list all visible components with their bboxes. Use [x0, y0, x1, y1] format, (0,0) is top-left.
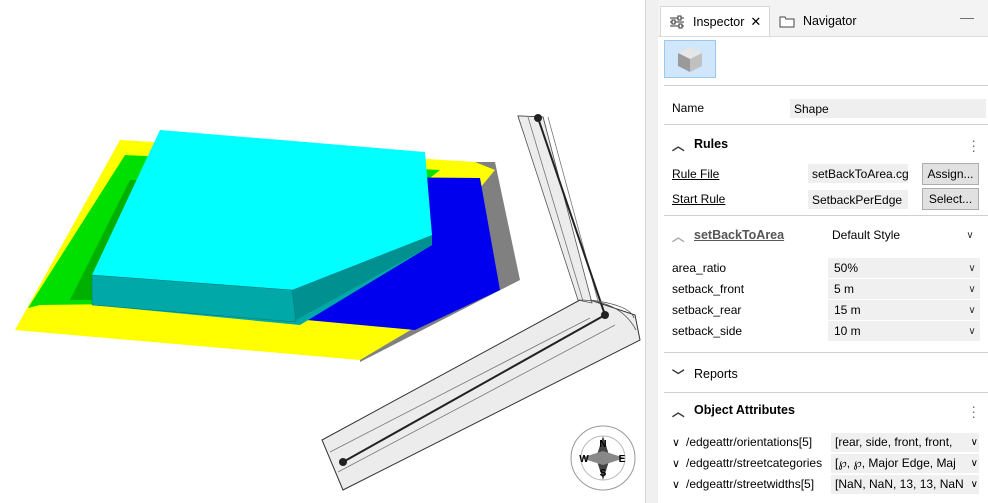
rules-section-header[interactable]: ︿ Rules [672, 134, 728, 154]
chevron-down-icon: ∨ [968, 325, 976, 337]
tab-navigator[interactable]: Navigator [771, 6, 863, 35]
tab-inspector-label: Inspector [693, 14, 745, 29]
select-button[interactable]: Select... [922, 188, 979, 210]
style-header[interactable]: ︿ setBackToArea [672, 225, 784, 245]
close-icon[interactable]: ✕ [750, 14, 761, 30]
attr-label: area_ratio [672, 261, 727, 275]
tab-bar: Inspector ✕ Navigator — [658, 0, 988, 37]
style-select-value: Default Style [832, 228, 901, 242]
object-attr-row[interactable]: ∨ /edgeattr/streetcategories [℘, ℘, Majo… [672, 453, 984, 473]
chevron-down-icon: ∨ [966, 229, 974, 241]
attr-select[interactable]: 10 m ∨ [828, 321, 980, 341]
divider [664, 215, 988, 216]
compass-widget[interactable]: N E S W [570, 425, 636, 491]
attr-value: 5 m [834, 282, 855, 296]
chevron-down-icon: ∨ [968, 304, 976, 316]
tab-navigator-label: Navigator [803, 13, 857, 28]
object-attributes-title: Object Attributes [694, 403, 795, 417]
start-rule-field[interactable]: SetbackPerEdge [808, 190, 908, 209]
assign-button[interactable]: Assign... [922, 163, 979, 185]
reports-section-header[interactable]: ﹀ Reports [672, 364, 738, 384]
3d-viewport[interactable]: N E S W [0, 0, 645, 503]
chevron-down-icon: ∨ [968, 262, 976, 274]
shape-thumbnail [664, 40, 716, 78]
attr-select[interactable]: 15 m ∨ [828, 300, 980, 320]
object-attributes-header[interactable]: ︿ Object Attributes [672, 400, 795, 420]
tab-inspector[interactable]: Inspector ✕ [660, 6, 770, 36]
cube-icon [678, 47, 702, 72]
object-attr-name: /edgeattr/streetcategories [686, 456, 823, 470]
object-attr-name: /edgeattr/streetwidths[5] [686, 477, 815, 491]
compass-west: W [579, 454, 589, 465]
rules-menu-icon[interactable]: · · · [971, 133, 976, 157]
rule-name-link[interactable]: setBackToArea [694, 228, 784, 242]
chevron-down-icon[interactable]: ∨ [672, 436, 686, 449]
start-rule-link[interactable]: Start Rule [672, 189, 725, 209]
reports-title: Reports [694, 367, 738, 381]
chevron-down-icon[interactable]: ∨ [672, 457, 686, 470]
attr-value: 15 m [834, 303, 861, 317]
sliders-icon [669, 15, 685, 29]
divider [664, 124, 988, 125]
object-attr-row[interactable]: ∨ /edgeattr/orientations[5] [rear, side,… [672, 432, 984, 452]
chevron-up-icon: ︿ [672, 404, 685, 419]
attr-select[interactable]: 50% ∨ [828, 258, 980, 278]
compass-south: S [600, 468, 607, 479]
attr-select[interactable]: 5 m ∨ [828, 279, 980, 299]
minimize-icon[interactable]: — [960, 9, 974, 25]
chevron-down-icon: ﹀ [672, 368, 685, 383]
divider [664, 392, 988, 393]
rules-title: Rules [694, 137, 729, 151]
object-attributes-menu-icon[interactable]: · · · [971, 399, 976, 423]
name-field[interactable]: Shape [790, 99, 986, 118]
attr-label: setback_side [672, 324, 743, 338]
panel-splitter[interactable] [645, 0, 658, 503]
divider [664, 85, 988, 86]
rule-file-field[interactable]: setBackToArea.cga [808, 164, 908, 183]
attr-label: setback_rear [672, 303, 742, 317]
scene-canvas[interactable]: N E S W [0, 0, 645, 503]
compass-north: N [599, 439, 606, 450]
chevron-down-icon: ∨ [968, 283, 976, 295]
object-attr-value[interactable]: [rear, side, front, front, [831, 432, 979, 452]
chevron-up-icon: ︿ [672, 138, 685, 153]
attr-value: 10 m [834, 324, 861, 338]
chevron-down-icon[interactable]: ∨ [672, 478, 686, 491]
chevron-down-icon[interactable]: ∨ [971, 479, 978, 490]
chevron-up-icon: ︿ [672, 229, 685, 244]
object-attr-value[interactable]: [NaN, NaN, 13, 13, NaN [831, 474, 979, 494]
chevron-down-icon[interactable]: ∨ [971, 458, 978, 469]
attr-value: 50% [834, 261, 859, 275]
chevron-down-icon[interactable]: ∨ [971, 437, 978, 448]
compass-east: E [619, 454, 626, 465]
attr-label: setback_front [672, 282, 745, 296]
rule-file-link[interactable]: Rule File [672, 164, 719, 184]
object-attr-name: /edgeattr/orientations[5] [686, 435, 813, 449]
inspector-panel: Inspector ✕ Navigator — Name Shape ︿ Rul… [658, 0, 988, 503]
name-label: Name [672, 101, 705, 115]
folder-icon [779, 14, 795, 28]
object-attr-value[interactable]: [℘, ℘, Major Edge, Maj [831, 453, 979, 473]
style-select[interactable]: Default Style ∨ [826, 225, 978, 245]
object-attr-row[interactable]: ∨ /edgeattr/streetwidths[5] [NaN, NaN, 1… [672, 474, 984, 494]
divider [664, 352, 988, 353]
